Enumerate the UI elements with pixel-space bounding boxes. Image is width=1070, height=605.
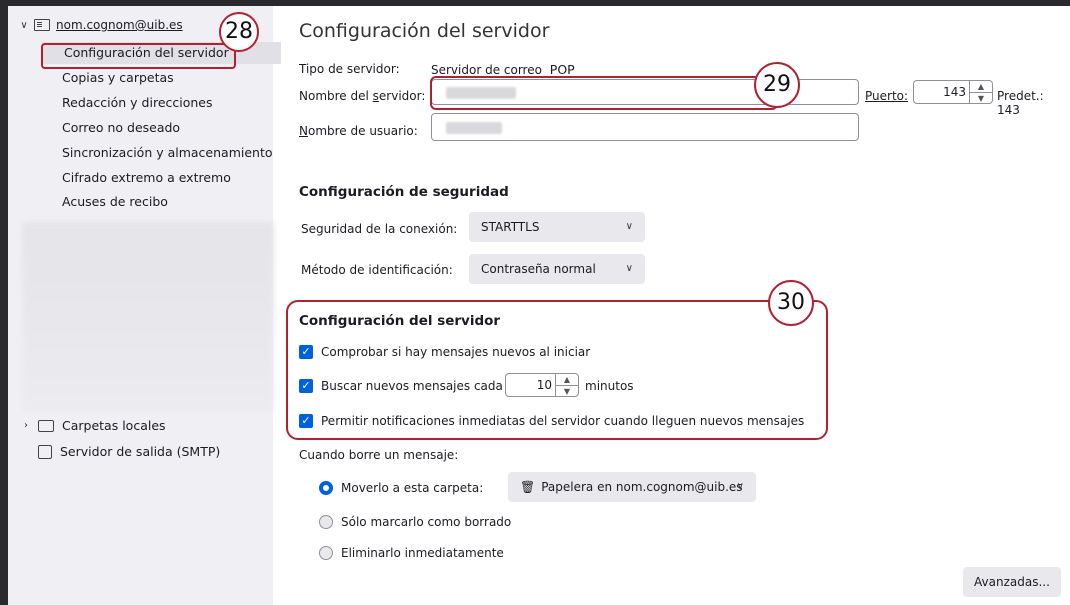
radio-icon[interactable] — [319, 546, 333, 560]
account-name[interactable]: nom.cognom@uib.es — [56, 18, 183, 32]
username-input[interactable] — [431, 113, 859, 141]
redacted-accounts-area — [22, 222, 274, 412]
server-type-label: Tipo de servidor: — [299, 62, 400, 76]
remove-immediately-radio[interactable]: Eliminarlo inmediatamente — [319, 543, 504, 563]
sidebar-item-receipts[interactable]: Acuses de recibo — [40, 191, 280, 213]
callout-30-badge: 30 — [768, 280, 814, 326]
mark-deleted-radio[interactable]: Sólo marcarlo como borrado — [319, 512, 511, 532]
sidebar-item-sync[interactable]: Sincronización y almacenamiento — [40, 142, 280, 164]
chevron-down-icon: ∨ — [625, 221, 633, 232]
delete-behavior-label: Cuando borre un mensaje: — [299, 448, 459, 462]
chevron-down-icon: ∨ — [736, 481, 744, 492]
sidebar-item-label: Cifrado extremo a extremo — [62, 170, 231, 185]
callout-30-box — [286, 300, 828, 440]
callout-29-badge: 29 — [754, 62, 800, 108]
sidebar-item-smtp[interactable]: Servidor de salida (SMTP) — [38, 442, 220, 462]
chevron-up-icon[interactable]: ▲ — [970, 81, 992, 93]
remove-immediately-label: Eliminarlo inmediatamente — [341, 546, 504, 560]
callout-28-badge: 28 — [219, 12, 259, 52]
trash-icon: 🗑 — [520, 480, 536, 494]
sidebar-item-label: Servidor de salida (SMTP) — [60, 444, 221, 459]
outgoing-server-icon — [38, 445, 52, 459]
radio-selected-icon[interactable] — [319, 481, 333, 495]
port-value: 143 — [943, 85, 966, 99]
sidebar-item-label: Carpetas locales — [62, 418, 166, 433]
sidebar-item-label: Copias y carpetas — [62, 70, 174, 85]
port-input[interactable]: 143 ▲ ▼ — [913, 80, 993, 104]
sidebar-item-label: Acuses de recibo — [62, 194, 168, 209]
chevron-down-icon[interactable]: ▼ — [970, 93, 992, 104]
security-heading: Configuración de seguridad — [299, 184, 509, 200]
account-tree-item[interactable]: ∨ nom.cognom@uib.es — [18, 16, 183, 34]
advanced-button[interactable]: Avanzadas... — [963, 567, 1061, 597]
server-name-label: Nombre del servidor: — [299, 89, 425, 103]
mark-deleted-label: Sólo marcarlo como borrado — [341, 515, 512, 529]
server-name-label-a: Nombre del — [299, 89, 373, 103]
trash-folder-value: Papelera en nom.cognom@uib.es — [541, 480, 743, 494]
callout-28-box — [41, 43, 236, 69]
account-sidebar: ∨ nom.cognom@uib.es Configuración del se… — [8, 6, 281, 605]
username-label-text: ombre de usuario: — [307, 124, 418, 138]
redacted-username — [446, 122, 502, 134]
username-label: Nombre de usuario: — [299, 124, 418, 138]
mail-account-icon — [34, 19, 50, 31]
move-to-folder-radio[interactable]: Moverlo a esta carpeta: — [319, 478, 483, 498]
username-accesskey: N — [299, 124, 308, 138]
port-label: Puerto: — [865, 89, 909, 103]
callout-29-box — [430, 76, 778, 110]
sidebar-item-copies-folders[interactable]: Copias y carpetas — [40, 67, 280, 89]
connection-security-select[interactable]: STARTTLS ∨ — [469, 212, 645, 242]
server-type-value: Servidor de correo POP — [431, 62, 575, 77]
sidebar-item-composition[interactable]: Redacción y direcciones — [40, 92, 280, 114]
auth-method-value: Contraseña normal — [481, 262, 596, 276]
server-type-text: Servidor de correo — [431, 63, 542, 77]
radio-icon[interactable] — [319, 515, 333, 529]
window-left-border — [0, 6, 8, 605]
default-port-label: Predet.: 143 — [997, 89, 1044, 117]
folder-icon — [38, 420, 54, 432]
chevron-down-icon: ∨ — [625, 263, 633, 274]
move-to-folder-label: Moverlo a esta carpeta: — [341, 481, 484, 495]
auth-method-label: Método de identificación: — [301, 263, 453, 277]
sidebar-item-label: Correo no deseado — [62, 120, 181, 135]
chevron-right-icon[interactable]: › — [20, 416, 32, 436]
sidebar-item-e2e[interactable]: Cifrado extremo a extremo — [40, 167, 280, 189]
port-spinner[interactable]: ▲ ▼ — [969, 81, 992, 103]
trash-folder-select[interactable]: 🗑 Papelera en nom.cognom@uib.es ∨ — [508, 472, 756, 502]
chevron-down-icon[interactable]: ∨ — [18, 20, 30, 31]
sidebar-item-label: Redacción y direcciones — [62, 95, 213, 110]
sidebar-item-local-folders[interactable]: › Carpetas locales — [20, 416, 166, 436]
connection-security-label: Seguridad de la conexión: — [301, 222, 458, 236]
page-title: Configuración del servidor — [299, 20, 550, 42]
sidebar-item-junk[interactable]: Correo no deseado — [40, 117, 280, 139]
sidebar-item-label: Sincronización y almacenamiento — [62, 145, 273, 160]
auth-method-select[interactable]: Contraseña normal ∨ — [469, 254, 645, 284]
connection-security-value: STARTTLS — [481, 220, 540, 234]
server-type-protocol: POP — [549, 62, 575, 77]
server-name-label-b: ervidor: — [378, 89, 426, 103]
